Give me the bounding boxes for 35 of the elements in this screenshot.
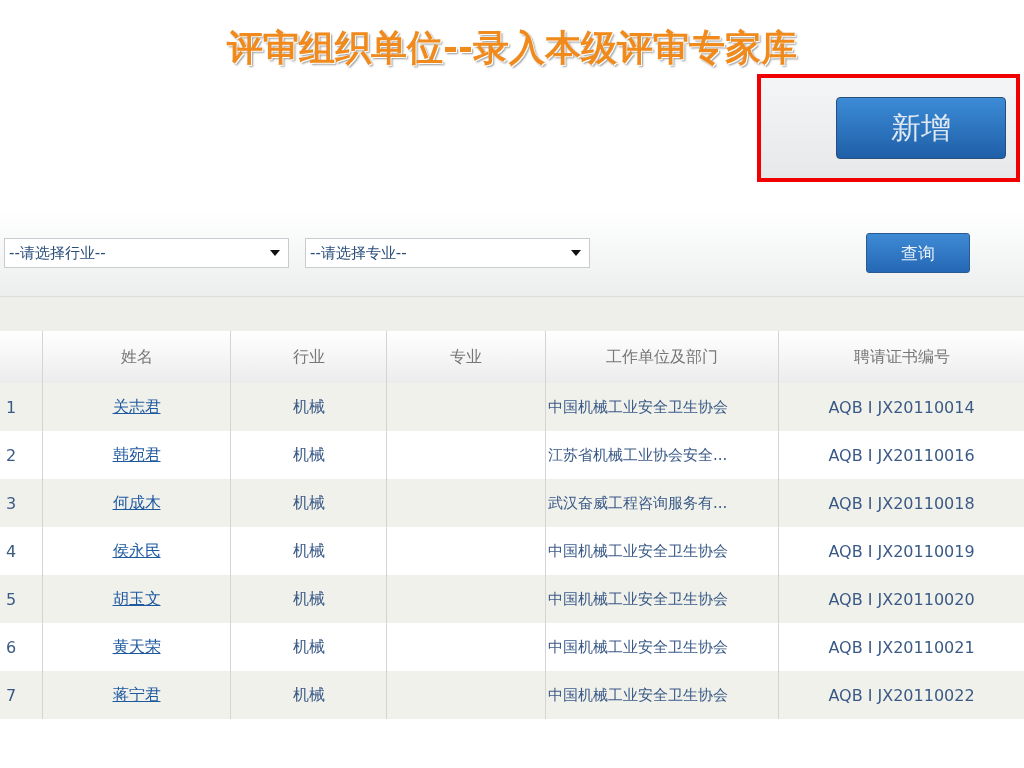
column-header: 聘请证书编号: [778, 331, 1024, 383]
row-number: 3: [0, 479, 42, 527]
column-header: 行业: [230, 331, 386, 383]
expert-name-link[interactable]: 胡玉文: [112, 588, 161, 610]
table-cell: 机械: [230, 383, 386, 431]
table-cell: 机械: [230, 575, 386, 623]
select-field[interactable]: --请选择专业--: [305, 238, 590, 268]
table-cell: AQB I JX20110014: [778, 383, 1024, 431]
row-number: 7: [0, 671, 42, 719]
table-cell: 机械: [230, 671, 386, 719]
expert-name-link[interactable]: 蒋宁君: [112, 684, 161, 706]
column-header: 工作单位及部门: [545, 331, 778, 383]
table-cell: AQB I JX20110020: [778, 575, 1024, 623]
table-cell: AQB I JX20110018: [778, 479, 1024, 527]
expert-name-link[interactable]: 关志君: [112, 396, 161, 418]
expert-name-link[interactable]: 侯永民: [112, 540, 161, 562]
row-number: 5: [0, 575, 42, 623]
expert-name-link[interactable]: 何成木: [112, 492, 161, 514]
expert-name-link[interactable]: 黄天荣: [112, 636, 161, 658]
table-cell: 武汉奋威工程咨询服务有...: [545, 479, 778, 527]
select-field[interactable]: --请选择行业--: [4, 238, 289, 268]
table-cell: 机械: [230, 479, 386, 527]
column-header: 姓名: [42, 331, 230, 383]
table-cell: 中国机械工业安全卫生协会: [545, 575, 778, 623]
expert-name-link[interactable]: 韩宛君: [112, 444, 161, 466]
row-number: 1: [0, 383, 42, 431]
caret-icon: [571, 250, 581, 256]
column-header: 专业: [386, 331, 545, 383]
add-button[interactable]: 新增: [836, 97, 1006, 159]
table-cell: AQB I JX20110022: [778, 671, 1024, 719]
table-cell: 中国机械工业安全卫生协会: [545, 383, 778, 431]
slide-title: 评审组织单位--录入本级评审专家库: [225, 26, 798, 70]
query-button[interactable]: 查询: [866, 233, 970, 273]
caret-icon: [270, 250, 280, 256]
table-cell: 中国机械工业安全卫生协会: [545, 671, 778, 719]
